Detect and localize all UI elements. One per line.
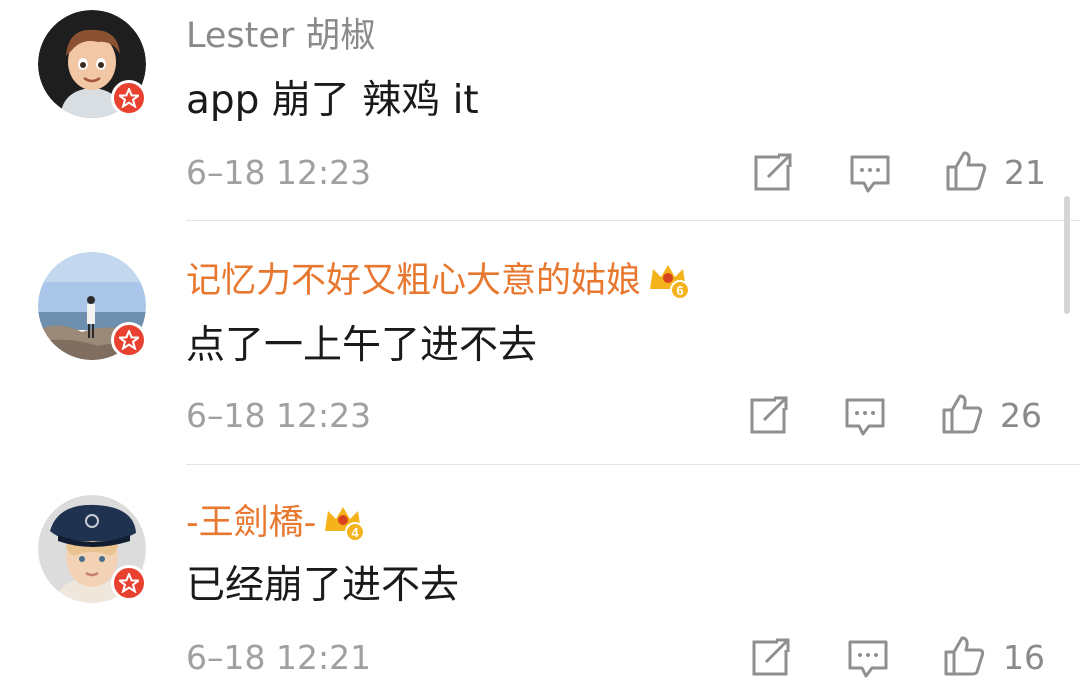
comment-item: Lester 胡椒 app 崩了 辣鸡 it 6–18 12:23 21 [0,0,1080,220]
comment-text: 点了一上午了进不去 [186,323,538,368]
username-text: -王劍橋- [186,503,317,543]
verified-badge-icon [111,322,147,358]
vip-crown-icon: 6 [650,265,690,299]
comment-username[interactable]: 记忆力不好又粗心大意的姑娘 6 [186,261,690,302]
verified-badge-icon [111,565,147,601]
like-thumb-icon[interactable] [944,149,988,193]
comment-text: app 崩了 辣鸡 it [186,78,479,123]
share-icon[interactable] [750,151,794,195]
vip-crown-icon: 4 [325,507,365,541]
comment-item: -王劍橋- 4 已经崩了进不去 6–18 12:21 16 [0,465,1080,699]
like-thumb-icon[interactable] [942,634,986,678]
comment-timestamp: 6–18 12:21 [186,638,372,677]
like-thumb-icon[interactable] [940,392,984,436]
share-icon[interactable] [746,394,790,438]
like-count: 16 [1003,638,1045,677]
share-icon[interactable] [748,636,792,680]
crown-level: 4 [352,525,360,540]
comment-item: 记忆力不好又粗心大意的姑娘 6 点了一上午了进不去 6–18 12:23 26 [0,221,1080,464]
comment-reply-icon[interactable] [846,636,890,680]
scrollbar[interactable] [1064,196,1070,314]
user-avatar[interactable] [38,10,147,118]
username-text: 记忆力不好又粗心大意的姑娘 [186,261,642,301]
like-count: 21 [1004,153,1046,192]
comment-reply-icon[interactable] [848,151,892,195]
comment-timestamp: 6–18 12:23 [186,153,372,192]
comment-username[interactable]: Lester 胡椒 [186,16,375,56]
comment-username[interactable]: -王劍橋- 4 [186,503,365,544]
comment-timestamp: 6–18 12:23 [186,396,372,435]
comment-text: 已经崩了进不去 [186,563,460,608]
crown-level: 6 [676,283,683,298]
user-avatar[interactable] [38,495,147,603]
user-avatar[interactable] [38,252,147,360]
like-count: 26 [1000,396,1042,435]
verified-badge-icon [111,80,147,116]
comment-reply-icon[interactable] [843,394,887,438]
